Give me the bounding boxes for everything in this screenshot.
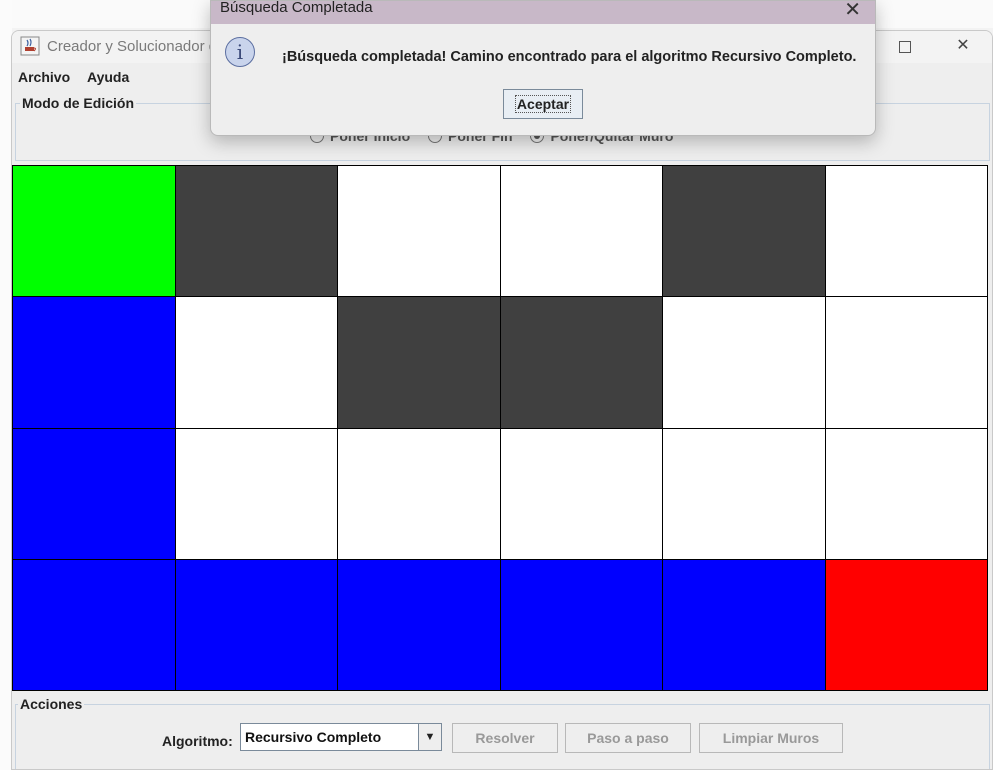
algorithm-value: Recursivo Completo [245, 729, 382, 745]
grid-cell-path[interactable] [663, 559, 825, 690]
grid-cell-wall[interactable] [663, 166, 825, 297]
grid-cell-empty[interactable] [338, 428, 500, 559]
algorithm-select[interactable]: Recursivo Completo ▼ [240, 723, 442, 751]
aceptar-label: Aceptar [514, 95, 572, 113]
grid-cell-empty[interactable] [825, 297, 987, 428]
grid-cell-empty[interactable] [663, 428, 825, 559]
grid-cell-empty[interactable] [825, 428, 987, 559]
paso-a-paso-button[interactable]: Paso a paso [565, 723, 691, 753]
chevron-down-icon[interactable]: ▼ [418, 724, 441, 750]
grid-cell-path[interactable] [175, 559, 337, 690]
close-button[interactable]: ✕ [940, 31, 986, 63]
grid-cell-empty[interactable] [338, 166, 500, 297]
grid-cell-empty[interactable] [500, 166, 662, 297]
dialog-title-bar: Búsqueda Completada ✕ [211, 0, 875, 24]
grid-cell-empty[interactable] [175, 297, 337, 428]
main-window: Creador y Solucionador d ✕ Archivo Ayuda… [11, 30, 993, 770]
maximize-icon [899, 41, 911, 53]
close-icon[interactable]: ✕ [844, 0, 861, 22]
dialog-title: Búsqueda Completada [220, 0, 373, 16]
window-title: Creador y Solucionador d [47, 38, 218, 55]
java-cup-icon [20, 36, 40, 56]
grid-cell-empty[interactable] [825, 166, 987, 297]
grid-cell-wall[interactable] [175, 166, 337, 297]
grid-cell-empty[interactable] [175, 428, 337, 559]
grid-cell-path[interactable] [500, 559, 662, 690]
algorithm-label: Algoritmo: [162, 733, 233, 749]
menu-ayuda[interactable]: Ayuda [87, 69, 129, 85]
actions-title: Acciones [18, 696, 85, 712]
grid-cell-end[interactable] [825, 559, 987, 690]
aceptar-button[interactable]: Aceptar [503, 89, 583, 119]
message-dialog: Búsqueda Completada ✕ i ¡Búsqueda comple… [210, 0, 876, 136]
limpiar-muros-button[interactable]: Limpiar Muros [699, 723, 843, 753]
maze-grid[interactable] [12, 165, 988, 691]
edit-mode-title: Modo de Edición [20, 95, 136, 111]
info-icon: i [225, 37, 255, 67]
grid-cell-empty[interactable] [663, 297, 825, 428]
grid-cell-path[interactable] [13, 297, 175, 428]
grid-cell-wall[interactable] [338, 297, 500, 428]
dialog-message: ¡Búsqueda completada! Camino encontrado … [282, 49, 857, 65]
grid-cell-empty[interactable] [500, 428, 662, 559]
resolver-button[interactable]: Resolver [452, 723, 558, 753]
menu-archivo[interactable]: Archivo [18, 69, 70, 85]
grid-cell-start[interactable] [13, 166, 175, 297]
grid-cell-path[interactable] [13, 428, 175, 559]
grid-cell-path[interactable] [13, 559, 175, 690]
grid-cell-path[interactable] [338, 559, 500, 690]
maximize-button[interactable] [882, 31, 928, 63]
grid-cell-wall[interactable] [500, 297, 662, 428]
close-icon: ✕ [956, 37, 970, 54]
